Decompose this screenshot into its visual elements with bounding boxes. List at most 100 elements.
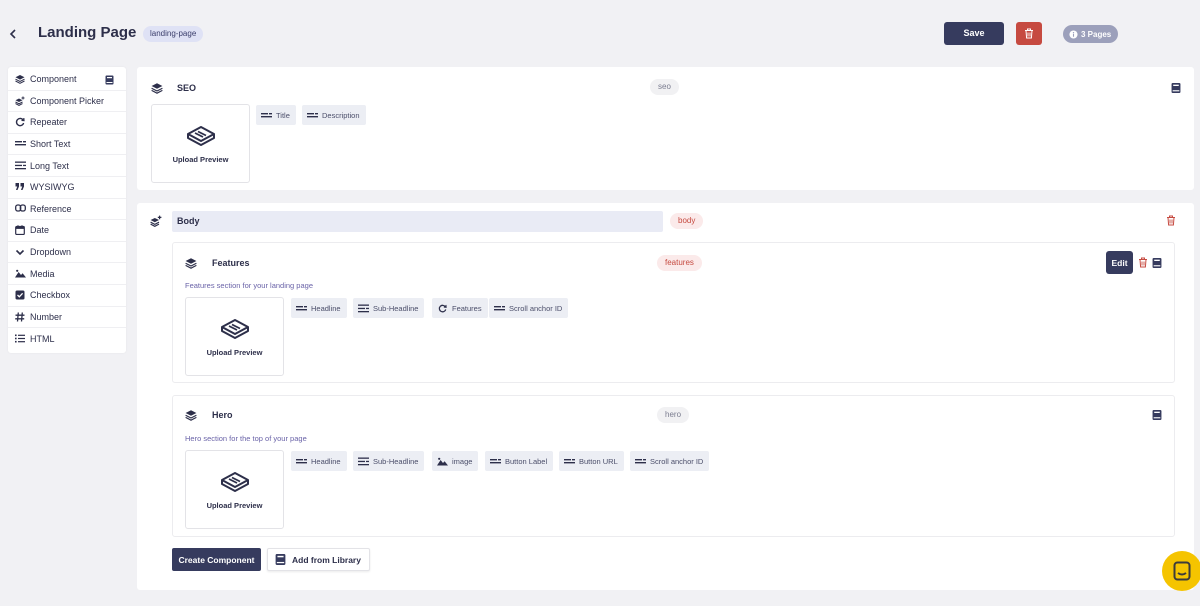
sidebar-item-media[interactable]: Media xyxy=(8,263,126,285)
field-label: Sub-Headline xyxy=(373,456,419,466)
book-icon[interactable] xyxy=(1152,409,1162,421)
field-chip[interactable]: Headline xyxy=(291,451,347,471)
upload-preview[interactable]: Upload Preview xyxy=(185,297,284,376)
field-label: Button URL xyxy=(579,456,618,466)
layers-plus-icon xyxy=(150,215,162,227)
list-icon xyxy=(15,334,25,344)
field-chip[interactable]: Button Label xyxy=(485,451,554,471)
layers-icon xyxy=(185,257,197,269)
features-title: Features xyxy=(212,258,250,268)
book-icon[interactable] xyxy=(1171,82,1181,94)
sidebar-item-label: Repeater xyxy=(30,117,68,128)
chat-widget-button[interactable] xyxy=(1162,551,1200,591)
sidebar-item-label: Component Picker xyxy=(30,95,105,106)
field-chip[interactable]: Scroll anchor ID xyxy=(630,451,710,471)
field-chip[interactable]: Headline xyxy=(291,298,347,318)
field-chip[interactable]: Sub-Headline xyxy=(353,451,425,471)
upload-preview[interactable]: Upload Preview xyxy=(185,450,284,529)
add-from-library-label: Add from Library xyxy=(292,554,361,565)
field-label: Description xyxy=(322,110,360,120)
delete-features-button[interactable] xyxy=(1138,257,1148,268)
sidebar-item-wysiwyg[interactable]: WYSIWYG xyxy=(8,177,126,199)
save-button[interactable]: Save xyxy=(944,22,1004,45)
body-title-input[interactable] xyxy=(172,211,663,232)
sidebar-item-label: Media xyxy=(30,268,55,279)
calendar-icon xyxy=(15,225,25,236)
sidebar-item-label: Date xyxy=(30,225,50,236)
checkbox-icon xyxy=(15,290,25,300)
hash-icon xyxy=(15,312,25,322)
edit-button[interactable]: Edit xyxy=(1106,251,1133,274)
field-type-sidebar: Component Component Picker Repeater Shor… xyxy=(8,67,126,353)
book-icon[interactable] xyxy=(1152,257,1162,269)
field-label: Scroll anchor ID xyxy=(650,456,704,466)
sidebar-item-label: Number xyxy=(30,311,63,322)
sidebar-item-checkbox[interactable]: Checkbox xyxy=(8,285,126,307)
upload-preview-label: Upload Preview xyxy=(206,348,263,357)
sidebar-item-component-picker[interactable]: Component Picker xyxy=(8,91,126,113)
delete-page-button[interactable] xyxy=(1016,22,1042,45)
long-text-icon xyxy=(15,161,26,171)
delete-body-button[interactable] xyxy=(1166,215,1176,226)
sidebar-item-label: Component xyxy=(30,74,77,85)
field-label: Title xyxy=(276,110,290,120)
quote-icon xyxy=(15,182,25,192)
sidebar-item-long-text[interactable]: Long Text xyxy=(8,155,126,177)
field-label: Headline xyxy=(311,456,341,466)
sidebar-item-number[interactable]: Number xyxy=(8,307,126,329)
layers-plus-icon xyxy=(15,96,25,106)
upload-preview[interactable]: Upload Preview xyxy=(151,104,250,183)
short-text-icon xyxy=(490,457,501,465)
field-label: Headline xyxy=(311,303,341,313)
back-button[interactable] xyxy=(6,26,20,42)
sidebar-item-date[interactable]: Date xyxy=(8,220,126,242)
book-icon[interactable] xyxy=(105,75,114,85)
field-chip[interactable]: Title xyxy=(256,105,296,125)
layers-icon xyxy=(151,82,163,94)
layers-icon xyxy=(15,74,25,85)
field-label: Scroll anchor ID xyxy=(509,303,563,313)
field-chip[interactable]: Button URL xyxy=(559,451,624,471)
sidebar-item-html[interactable]: HTML xyxy=(8,328,126,350)
short-text-icon xyxy=(494,304,505,312)
component-box-icon xyxy=(219,316,251,340)
info-icon xyxy=(1069,29,1078,39)
features-tag: features xyxy=(657,255,702,271)
field-chip[interactable]: image xyxy=(432,451,479,471)
field-label: Features xyxy=(452,303,482,313)
sidebar-item-short-text[interactable]: Short Text xyxy=(8,134,126,156)
add-from-library-button[interactable]: Add from Library xyxy=(267,548,370,571)
short-text-icon xyxy=(635,457,646,465)
component-box-icon xyxy=(219,469,251,493)
hero-description: Hero section for the top of your page xyxy=(185,434,307,443)
upload-preview-label: Upload Preview xyxy=(206,501,263,510)
pages-badge[interactable]: 3 Pages xyxy=(1063,25,1119,43)
layers-icon xyxy=(185,409,197,421)
slug-badge: landing-page xyxy=(143,26,204,42)
trash-icon xyxy=(1167,215,1175,226)
book-icon xyxy=(275,553,286,566)
create-component-button[interactable]: Create Component xyxy=(172,548,261,571)
sidebar-item-dropdown[interactable]: Dropdown xyxy=(8,242,126,264)
upload-preview-label: Upload Preview xyxy=(172,155,229,164)
trash-icon xyxy=(1139,257,1147,268)
short-text-icon xyxy=(15,139,26,149)
image-icon xyxy=(437,457,448,466)
sidebar-item-reference[interactable]: Reference xyxy=(8,199,126,221)
repeat-icon xyxy=(437,304,448,313)
sidebar-item-label: Short Text xyxy=(30,139,71,150)
short-text-icon xyxy=(296,304,307,312)
short-text-icon xyxy=(307,111,318,119)
sidebar-item-repeater[interactable]: Repeater xyxy=(8,112,126,134)
body-tag: body xyxy=(670,213,704,229)
field-chip[interactable]: Description xyxy=(302,105,366,125)
field-chip[interactable]: Scroll anchor ID xyxy=(489,298,569,318)
repeat-icon xyxy=(15,117,25,127)
hero-title: Hero xyxy=(212,410,233,420)
field-chip[interactable]: Features xyxy=(432,298,488,318)
features-description: Features section for your landing page xyxy=(185,281,313,290)
sidebar-item-label: Long Text xyxy=(30,160,69,171)
sidebar-item-component[interactable]: Component xyxy=(8,69,126,91)
field-label: image xyxy=(452,456,473,466)
field-chip[interactable]: Sub-Headline xyxy=(353,298,425,318)
